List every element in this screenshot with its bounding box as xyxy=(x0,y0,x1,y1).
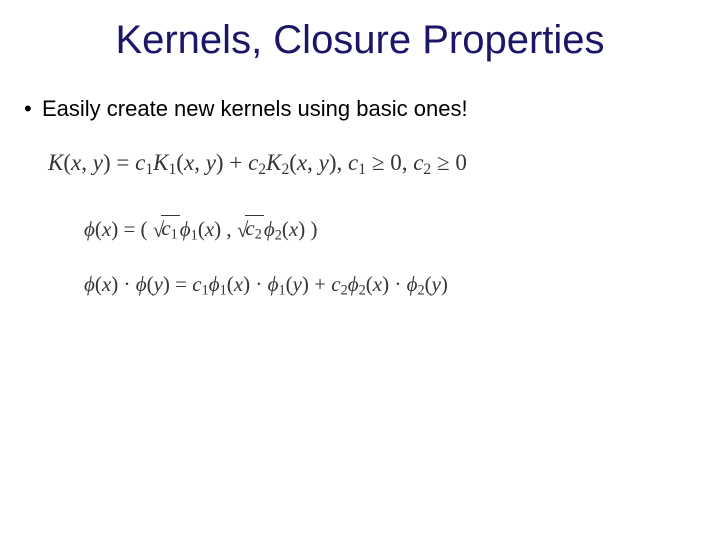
slide-title: Kernels, Closure Properties xyxy=(0,18,720,63)
sqrt-icon: √c1 xyxy=(153,216,180,242)
slide: Kernels, Closure Properties •Easily crea… xyxy=(0,0,720,540)
bullet-marker: • xyxy=(24,96,42,122)
sqrt-icon: √c2 xyxy=(237,216,264,242)
equation-phi-def: ϕ(x) = ( √c1ϕ1(x) , √c2ϕ2(x) ) xyxy=(84,216,317,242)
equation-phi-dot: ϕ(x) · ϕ(y) = c1ϕ1(x) · ϕ1(y) + c2ϕ2(x) … xyxy=(84,272,448,297)
bullet-line-1: •Easily create new kernels using basic o… xyxy=(24,96,468,122)
bullet-text: Easily create new kernels using basic on… xyxy=(42,96,468,121)
equation-kernel-sum: K(x, y) = c1K1(x, y) + c2K2(x, y), c1 ≥ … xyxy=(48,150,467,176)
